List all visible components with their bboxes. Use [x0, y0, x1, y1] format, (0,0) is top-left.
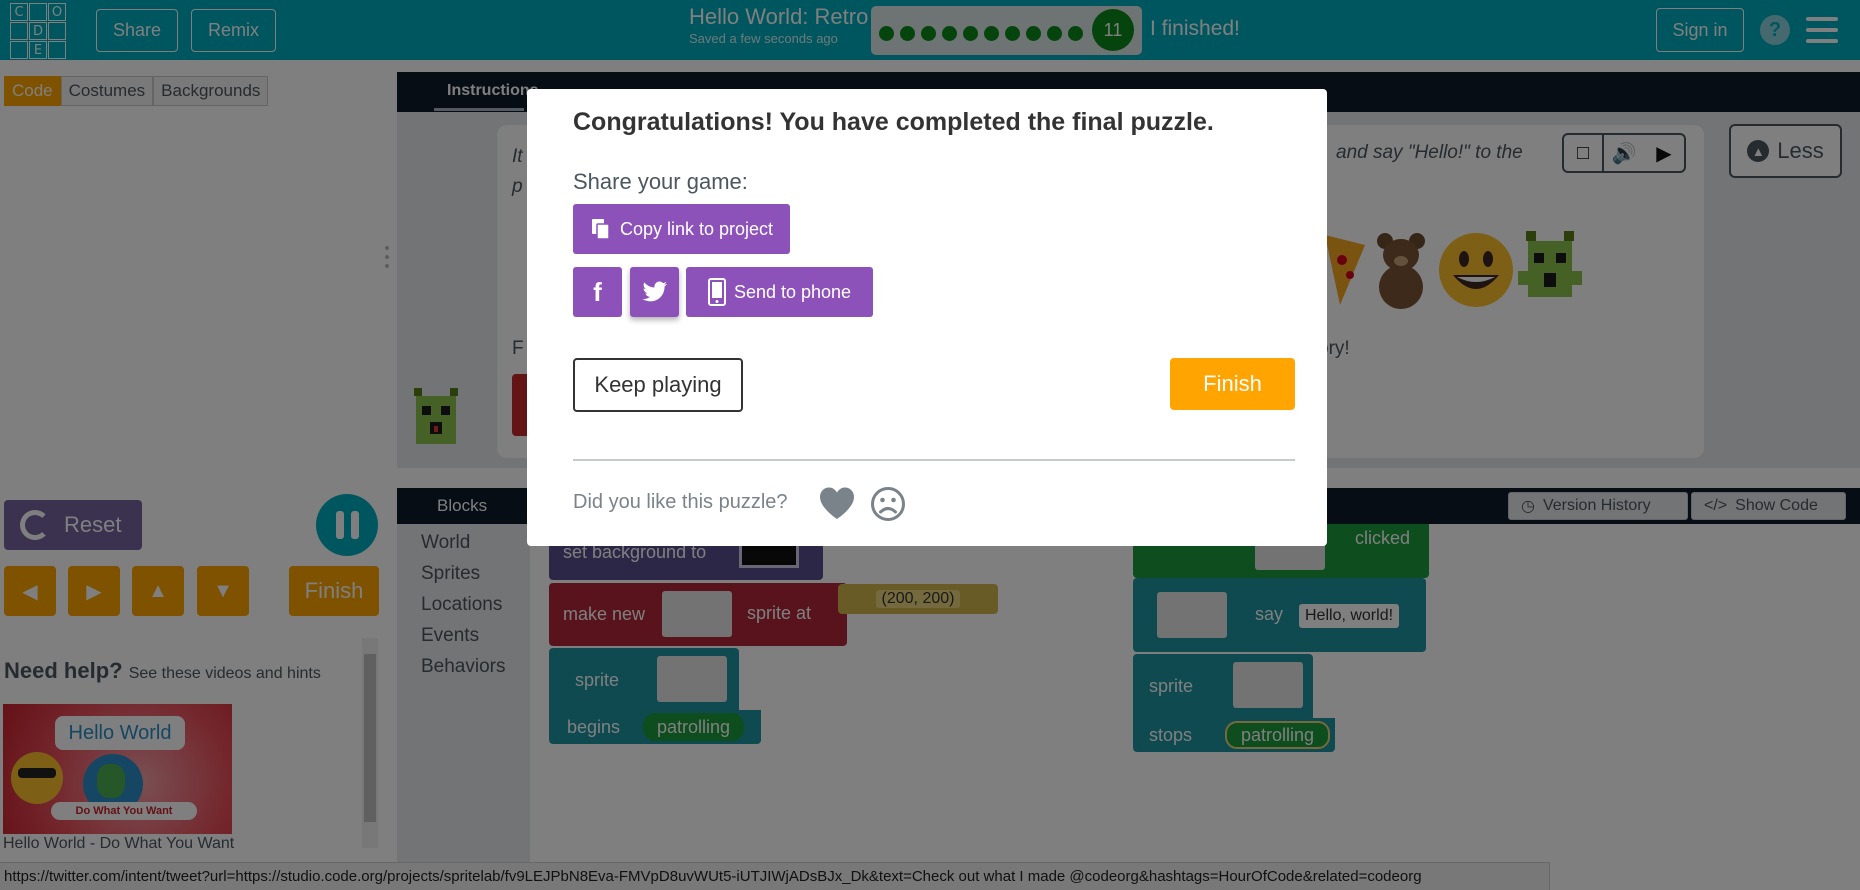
twitter-share-button[interactable] — [630, 267, 679, 317]
facebook-icon: f — [593, 276, 602, 307]
facebook-share-button[interactable]: f — [573, 267, 622, 317]
keep-playing-button[interactable]: Keep playing — [573, 358, 743, 412]
copy-link-label: Copy link to project — [619, 218, 774, 239]
dialog-title: Congratulations! You have completed the … — [573, 108, 1214, 136]
twitter-icon — [642, 281, 667, 302]
send-to-phone-label: Send to phone — [733, 281, 852, 302]
finish-dialog-button[interactable]: Finish — [1170, 358, 1295, 410]
copy-icon — [591, 219, 610, 240]
share-game-label: Share your game: — [573, 169, 748, 194]
feedback-question: Did you like this puzzle? — [573, 491, 788, 513]
completion-dialog — [527, 89, 1327, 546]
frown-face-icon[interactable] — [870, 486, 906, 522]
phone-icon — [707, 278, 726, 306]
copy-link-button[interactable]: Copy link to project — [573, 204, 790, 254]
send-to-phone-button[interactable]: Send to phone — [686, 267, 873, 317]
heart-icon[interactable] — [818, 486, 856, 520]
dialog-divider — [573, 459, 1295, 461]
